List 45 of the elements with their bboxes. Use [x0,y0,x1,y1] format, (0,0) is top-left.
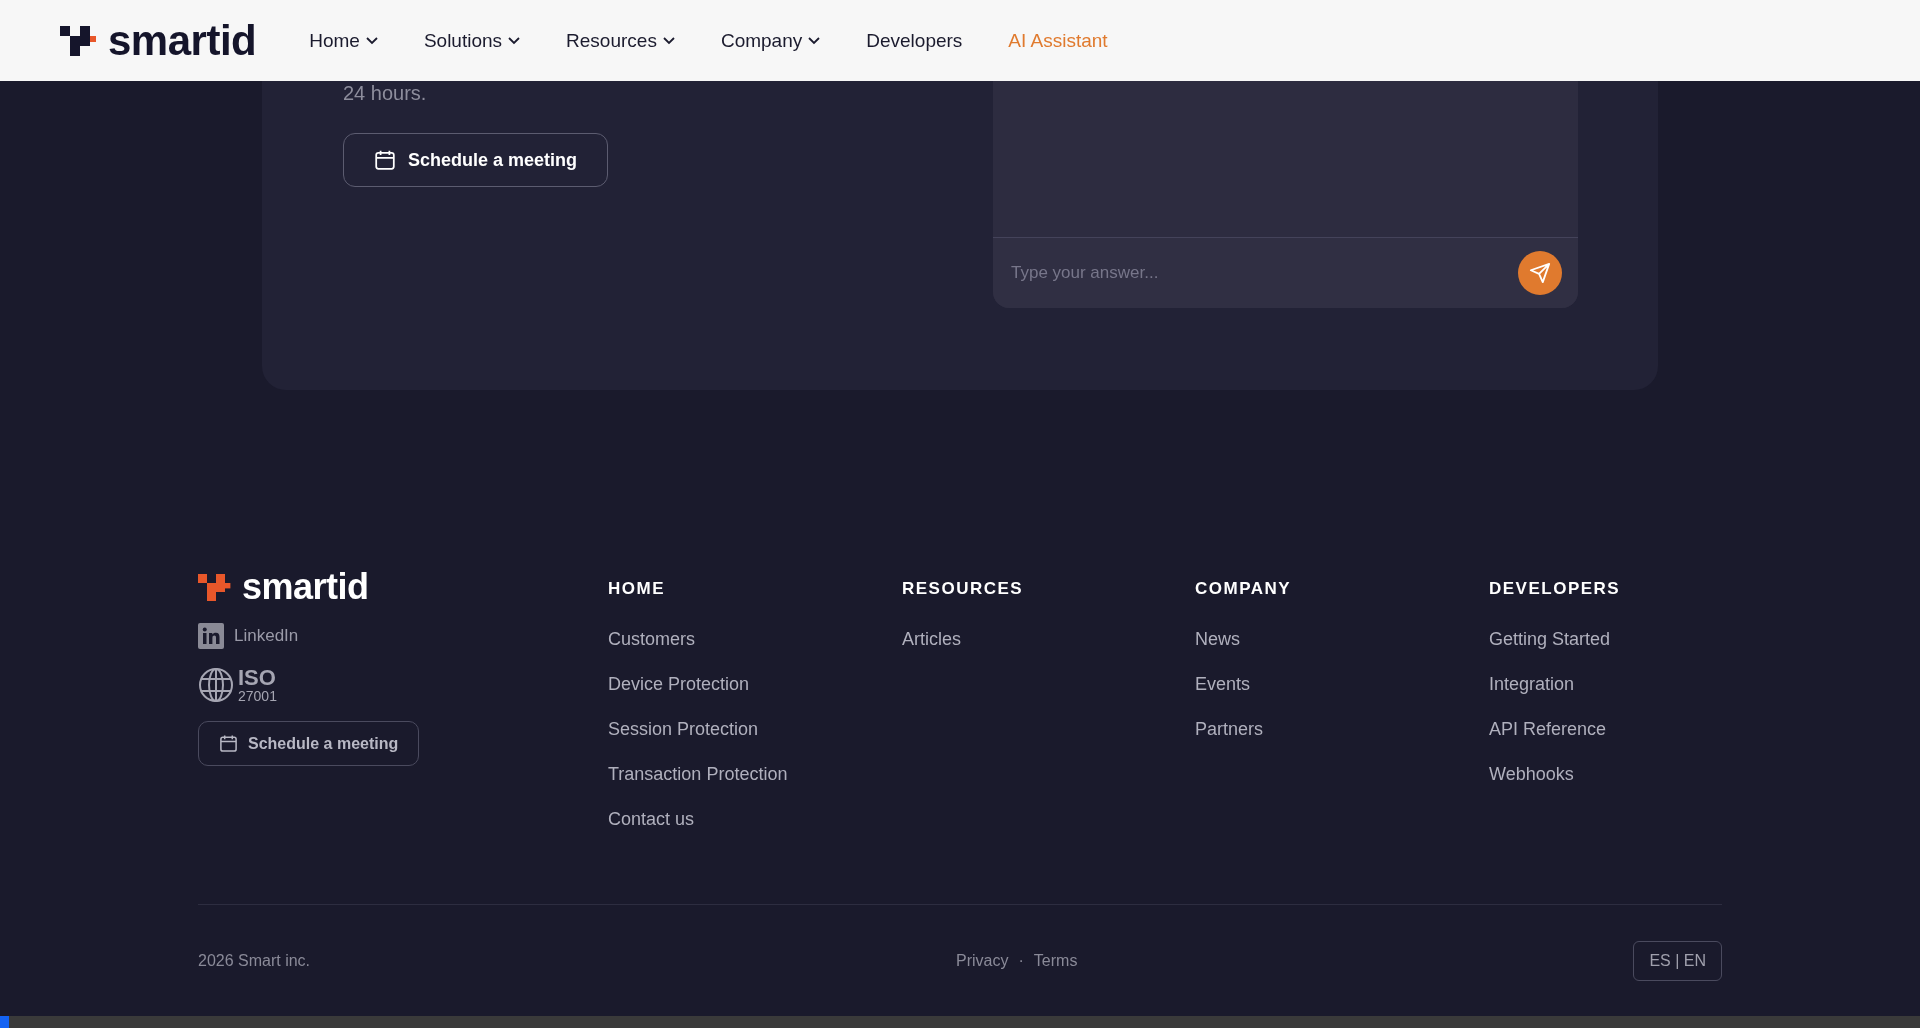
calendar-icon [219,734,238,753]
nav-link[interactable]: Solutions [423,29,521,52]
nav-link[interactable]: Company [720,29,821,52]
footer-link[interactable]: Customers [608,629,902,650]
footer-link[interactable]: Device Protection [608,674,902,695]
footer-link[interactable]: Privacy [956,951,1009,970]
logo[interactable]: smartid [60,19,257,62]
column-heading: DEVELOPERS [1489,579,1622,599]
footer-link[interactable]: Contact us [608,809,902,830]
footer-link[interactable]: Transaction Protection [608,764,902,785]
footer-link[interactable]: Partners [1195,719,1489,740]
footer-link[interactable]: Webhooks [1489,764,1722,785]
logo-wordmark: smartid [108,19,257,62]
language-button[interactable]: ES | EN [1633,940,1722,981]
send-button[interactable] [1518,251,1562,295]
logo[interactable]: smartid [198,569,608,605]
answer-field[interactable]: Type your answer... [1009,262,1508,284]
footer-link[interactable]: Integration [1489,674,1722,695]
column-heading: RESOURCES [902,579,1025,599]
linkedin-icon [198,623,224,649]
iso-number: 27001 [238,689,277,703]
footer-link[interactable]: Events [1195,674,1489,695]
nav-link[interactable]: Home [309,29,378,52]
footer-link[interactable]: Terms [1033,951,1078,970]
nav-link[interactable]: Developers [866,29,963,52]
nav-link[interactable]: Resources [566,29,675,52]
calendar-icon [374,149,396,171]
copyright-text: 2026 Smart inc. [198,951,311,970]
separator-dot: · [1018,951,1024,970]
footer-link[interactable]: Getting Started [1489,629,1722,650]
column-heading: COMPANY [1195,579,1293,599]
globe-icon [198,667,234,703]
footer-link[interactable]: API Reference [1489,719,1722,740]
scrollbar-thumb[interactable] [0,1016,9,1028]
logo-wordmark: smartid [242,569,369,605]
footer-link[interactable]: Articles [902,629,1195,650]
footer-link[interactable]: News [1195,629,1489,650]
linkedin-link[interactable]: LinkedIn [198,623,608,649]
schedule-meeting-button[interactable]: Schedule a meeting [343,133,609,187]
iso-title: ISO [238,667,277,689]
body-text: 24 hours. [343,82,428,105]
column-heading: HOME [608,579,666,599]
schedule-meeting-button[interactable]: Schedule a meeting [198,721,420,766]
send-icon [1529,262,1551,284]
footer-link[interactable]: Session Protection [608,719,902,740]
